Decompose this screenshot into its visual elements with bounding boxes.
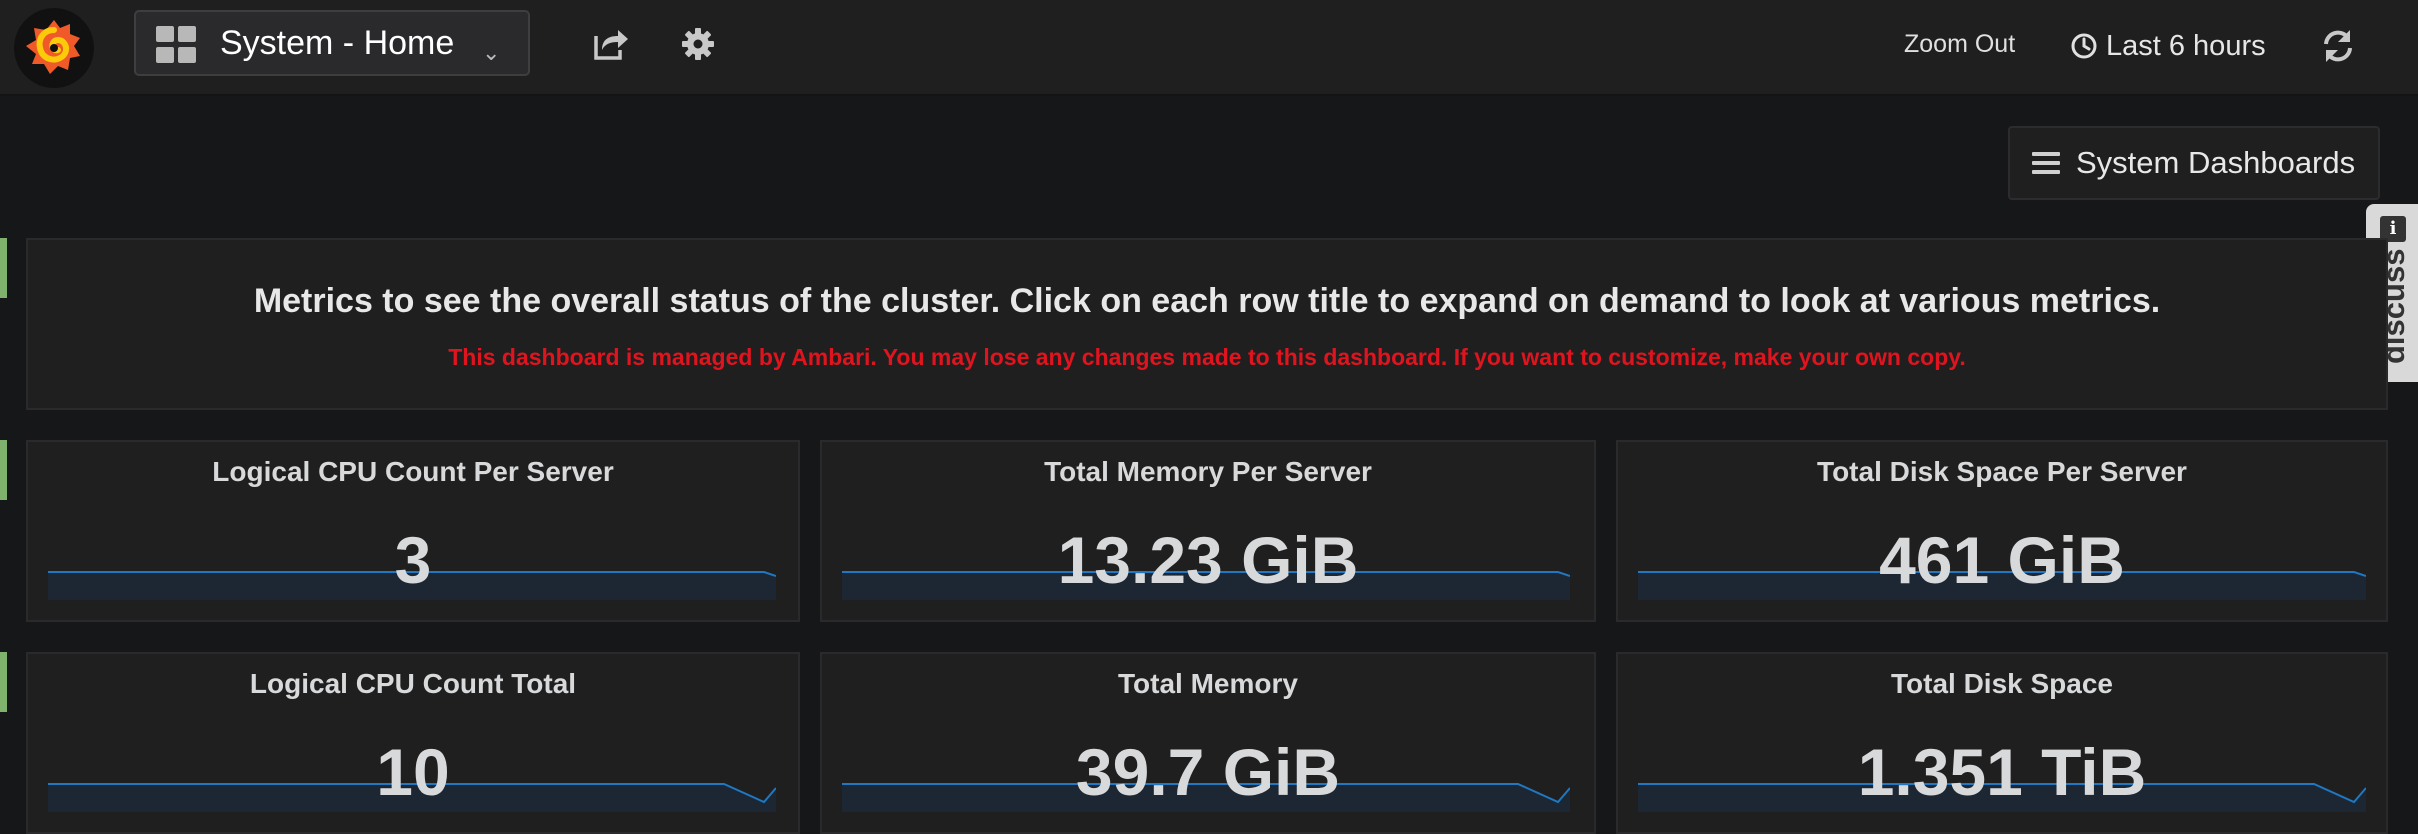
dashboard-picker-button[interactable]: System - Home ⌄ [134,10,530,76]
stat-panel[interactable]: Logical CPU Count Per Server 3 [26,440,800,622]
row-collapse-marker[interactable] [0,440,7,500]
stat-value: 461 GiB [1879,523,2125,597]
system-dashboards-label: System Dashboards [2076,145,2356,180]
stat-value: 39.7 GiB [1075,735,1341,809]
hamburger-icon [2032,152,2060,174]
stat-value: 3 [394,523,432,597]
top-navbar: System - Home ⌄ Zoom Out Last 6 hours [0,0,2418,96]
time-range-picker[interactable]: Last 6 hours [2070,26,2266,66]
stat-panel[interactable]: Total Disk Space Per Server 461 GiB [1616,440,2388,622]
row-collapse-marker[interactable] [0,652,7,712]
dashboard-title: System - Home [220,24,455,62]
stat-panel[interactable]: Total Memory 39.7 GiB [820,652,1596,834]
panel-title[interactable]: Total Disk Space Per Server [1618,456,2386,488]
zoom-out-button[interactable]: Zoom Out [1904,30,2015,59]
share-icon[interactable] [588,22,632,66]
clock-icon [2071,33,2097,59]
caret-down-icon: ⌄ [482,40,501,65]
dashboard-grid-icon [156,26,198,64]
stat-panel[interactable]: Total Memory Per Server 13.23 GiB [820,440,1596,622]
stat-panel[interactable]: Logical CPU Count Total 10 [26,652,800,834]
panel-title[interactable]: Total Disk Space [1618,668,2386,700]
gear-icon[interactable] [676,22,720,66]
stat-value: 1.351 TiB [1857,735,2147,809]
refresh-icon[interactable] [2316,24,2360,68]
stat-value: 10 [376,735,450,809]
row-collapse-marker[interactable] [0,238,7,298]
text-panel: Metrics to see the overall status of the… [26,238,2388,410]
panel-title[interactable]: Total Memory [822,668,1594,700]
panel-headline: Metrics to see the overall status of the… [253,282,2161,320]
stat-panel[interactable]: Total Disk Space 1.351 TiB [1616,652,2388,834]
stat-value: 13.23 GiB [1057,523,1359,597]
grafana-logo-icon[interactable] [14,8,94,88]
panel-title[interactable]: Logical CPU Count Total [28,668,798,700]
time-range-label: Last 6 hours [2106,29,2266,62]
panel-title[interactable]: Logical CPU Count Per Server [28,456,798,488]
panel-title[interactable]: Total Memory Per Server [822,456,1594,488]
system-dashboards-button[interactable]: System Dashboards [2008,126,2380,200]
managed-dashboard-warning: This dashboard is managed by Ambari. You… [448,344,1966,370]
